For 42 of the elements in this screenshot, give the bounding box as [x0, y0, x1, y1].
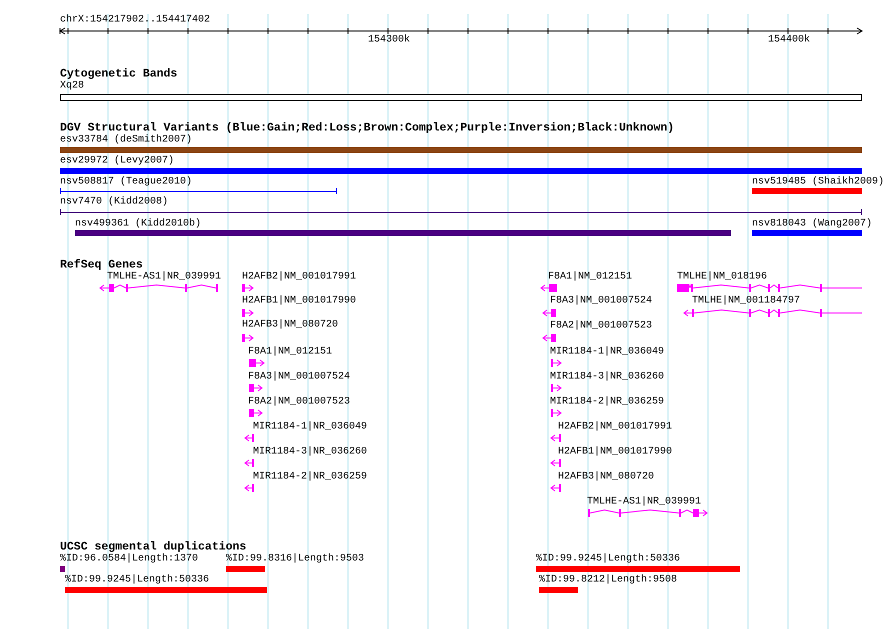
- gene-label: TMLHE-AS1|NR_039991: [107, 272, 222, 282]
- track-title: Cytogenetic Bands: [60, 68, 178, 80]
- gene-label: MIR1184-2|NR_036259: [550, 396, 664, 408]
- gene-label: MIR1184-2|NR_036259: [253, 472, 368, 482]
- variant-label: esv29972 (Levy2007): [60, 156, 174, 166]
- variant-label: nsv508817 (Teague2010): [60, 176, 192, 188]
- region-label: chrX:154217902..154417402: [60, 14, 210, 26]
- gene-label: H2AFB3|NM_080720: [558, 472, 654, 482]
- gene-label: MIR1184-1|NR_036049: [253, 422, 368, 432]
- variant-label: nsv7470 (Kidd2008): [60, 196, 168, 208]
- variant-label: nsv519485 (Shaikh2009): [752, 176, 884, 188]
- tick-label: 154400k: [768, 34, 810, 46]
- duplication-label: %ID:96.0584|Length:1370: [60, 554, 198, 564]
- gene-label: F8A3|NM_001007524: [248, 372, 350, 382]
- variant-label: esv33784 (deSmith2007): [60, 134, 192, 146]
- gene-label: H2AFB3|NM_080720: [242, 320, 338, 330]
- gene-label: F8A2|NM_001007523: [248, 396, 350, 408]
- gene-label: F8A3|NM_001007524: [550, 296, 652, 306]
- variant-label: nsv818043 (Wang2007): [752, 218, 872, 230]
- gene-label: MIR1184-3|NR_036260: [253, 446, 368, 458]
- band-label: Xq28: [60, 80, 84, 92]
- duplication-label: %ID:99.9245|Length:50336: [536, 554, 680, 564]
- gene-label: TMLHE|NM_018196: [677, 272, 768, 282]
- gene-label: F8A2|NM_001007523: [550, 320, 652, 332]
- variant-label: nsv499361 (Kidd2010b): [75, 218, 202, 230]
- track-title: RefSeq Genes: [60, 258, 143, 272]
- gene-label: MIR1184-3|NR_036260: [550, 372, 664, 382]
- duplication-label: %ID:99.9245|Length:50336: [65, 574, 210, 586]
- duplication-label: %ID:99.8212|Length:9508: [539, 574, 678, 586]
- tick-label: 154300k: [368, 34, 410, 46]
- track-title: UCSC segmental duplications: [60, 540, 246, 554]
- gene-label: H2AFB1|NM_001017990: [558, 446, 672, 458]
- gene-label: H2AFB2|NM_001017991: [242, 272, 356, 282]
- gene-label: TMLHE-AS1|NR_039991: [587, 496, 702, 508]
- gene-label: H2AFB2|NM_001017991: [558, 422, 672, 432]
- gene-label: MIR1184-1|NR_036049: [550, 346, 664, 358]
- gene-label: H2AFB1|NM_001017990: [242, 296, 356, 306]
- gene-label: F8A1|NM_012151: [248, 346, 332, 358]
- track-title: DGV Structural Variants (Blue:Gain;Red:Loss;Brown:Complex;Purple:Inversion;Black:Unknown): [60, 122, 674, 134]
- gene-label: TMLHE|NM_001184797: [692, 296, 800, 306]
- gene-label: F8A1|NM_012151: [548, 272, 632, 282]
- duplication-label: %ID:99.8316|Length:9503: [226, 554, 364, 564]
